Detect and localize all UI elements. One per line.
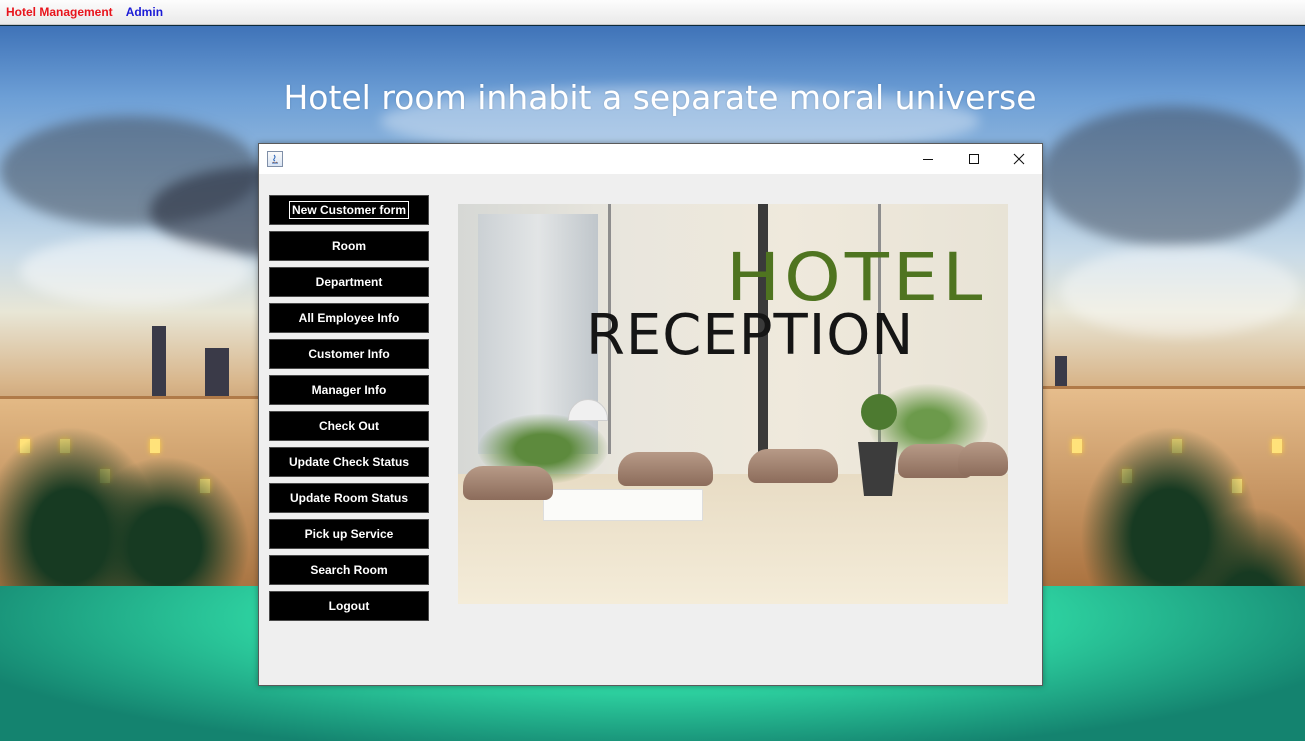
logo-hotel-text: HOTEL bbox=[726, 238, 987, 316]
menu-admin[interactable]: Admin bbox=[126, 5, 163, 19]
window-titlebar[interactable] bbox=[259, 144, 1042, 174]
navigation-buttons: New Customer form Room Department All Em… bbox=[269, 195, 429, 627]
button-label: All Employee Info bbox=[298, 311, 400, 325]
photo-chair bbox=[958, 442, 1008, 476]
logo-reception-text: RECEPTION bbox=[586, 303, 915, 368]
photo-chair bbox=[748, 449, 838, 483]
manager-info-button[interactable]: Manager Info bbox=[269, 375, 429, 405]
button-label: Update Room Status bbox=[289, 491, 408, 505]
button-label: Search Room bbox=[310, 563, 388, 577]
button-label: Customer Info bbox=[308, 347, 390, 361]
photo-table bbox=[543, 489, 703, 521]
update-room-status-button[interactable]: Update Room Status bbox=[269, 483, 429, 513]
room-button[interactable]: Room bbox=[269, 231, 429, 261]
button-label: New Customer form bbox=[288, 201, 410, 219]
check-out-button[interactable]: Check Out bbox=[269, 411, 429, 441]
page-headline: Hotel room inhabit a separate moral univ… bbox=[283, 78, 1037, 117]
close-icon[interactable] bbox=[996, 144, 1042, 174]
cloud bbox=[1040, 106, 1305, 246]
hotel-reception-image: HOTEL RECEPTION bbox=[458, 204, 1008, 604]
photo-pot bbox=[858, 442, 898, 496]
menu-hotel-management[interactable]: Hotel Management bbox=[6, 5, 113, 19]
cloud bbox=[1060, 246, 1300, 336]
pick-up-service-button[interactable]: Pick up Service bbox=[269, 519, 429, 549]
maximize-icon[interactable] bbox=[951, 144, 997, 174]
department-button[interactable]: Department bbox=[269, 267, 429, 297]
new-customer-form-button[interactable]: New Customer form bbox=[269, 195, 429, 225]
update-check-status-button[interactable]: Update Check Status bbox=[269, 447, 429, 477]
all-employee-info-button[interactable]: All Employee Info bbox=[269, 303, 429, 333]
button-label: Check Out bbox=[318, 419, 379, 433]
skyline-tower bbox=[152, 326, 166, 396]
menu-bar: Hotel Management Admin bbox=[0, 0, 1305, 25]
cloud bbox=[20, 236, 250, 306]
search-room-button[interactable]: Search Room bbox=[269, 555, 429, 585]
minimize-icon[interactable] bbox=[905, 144, 951, 174]
customer-info-button[interactable]: Customer Info bbox=[269, 339, 429, 369]
button-label: Pick up Service bbox=[304, 527, 394, 541]
button-label: Manager Info bbox=[311, 383, 387, 397]
skyline-tower bbox=[205, 348, 229, 396]
button-label: Update Check Status bbox=[288, 455, 410, 469]
button-label: Logout bbox=[328, 599, 370, 613]
java-icon bbox=[267, 151, 283, 167]
photo-chair bbox=[463, 466, 553, 500]
button-label: Room bbox=[332, 239, 366, 253]
photo-chair bbox=[618, 452, 713, 486]
logout-button[interactable]: Logout bbox=[269, 591, 429, 621]
reception-window: New Customer form Room Department All Em… bbox=[258, 143, 1043, 686]
button-label: Department bbox=[315, 275, 383, 289]
photo-tree bbox=[861, 394, 897, 430]
